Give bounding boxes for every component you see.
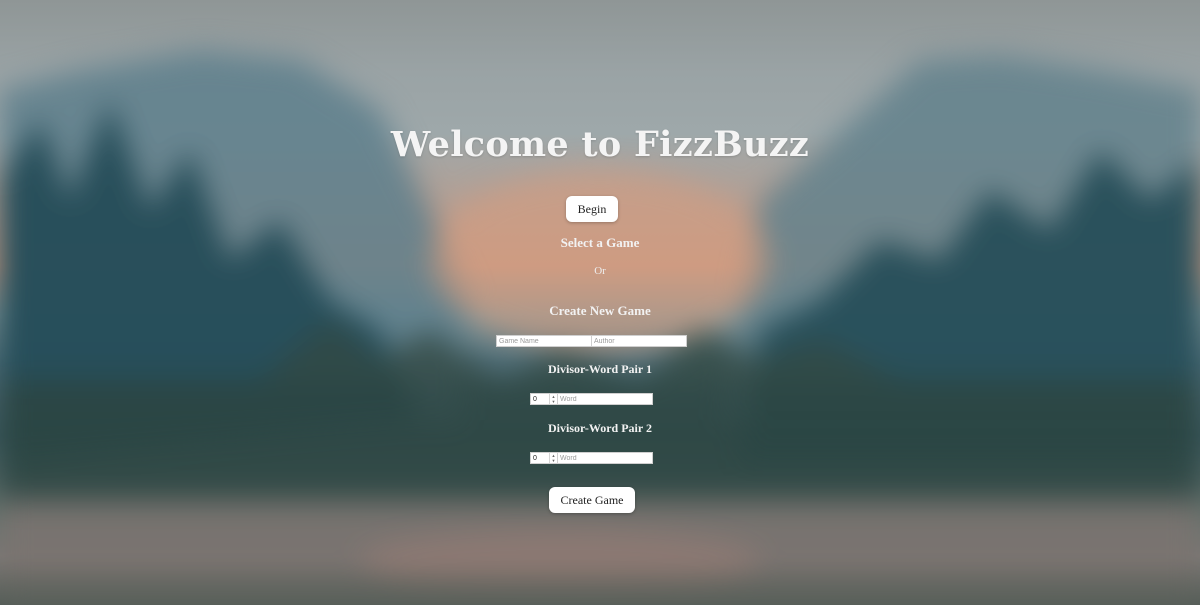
divisor-input-2[interactable]: 0 ▲ ▼ bbox=[530, 452, 558, 464]
select-game-heading: Select a Game bbox=[560, 235, 640, 250]
divisor-input-1[interactable]: 0 ▲ ▼ bbox=[530, 393, 558, 405]
number-spinner-icon[interactable]: ▲ ▼ bbox=[549, 394, 557, 404]
begin-button[interactable]: Begin bbox=[566, 196, 618, 222]
game-name-input[interactable] bbox=[496, 335, 592, 347]
or-separator: Or bbox=[594, 265, 606, 277]
word-input-1[interactable] bbox=[557, 393, 653, 405]
create-game-button[interactable]: Create Game bbox=[549, 487, 635, 513]
word-input-2[interactable] bbox=[557, 452, 653, 464]
number-spinner-icon[interactable]: ▲ ▼ bbox=[549, 453, 557, 463]
main-content: Welcome to FizzBuzz Begin Select a Game … bbox=[0, 0, 1200, 605]
author-input[interactable] bbox=[591, 335, 687, 347]
divisor-value: 0 bbox=[533, 396, 537, 403]
create-game-heading: Create New Game bbox=[549, 303, 651, 318]
divisor-value: 0 bbox=[533, 455, 537, 462]
divisor-word-pair-2-heading: Divisor-Word Pair 2 bbox=[548, 421, 652, 435]
page-title: Welcome to FizzBuzz bbox=[390, 124, 810, 165]
divisor-word-pair-1-heading: Divisor-Word Pair 1 bbox=[548, 362, 652, 376]
